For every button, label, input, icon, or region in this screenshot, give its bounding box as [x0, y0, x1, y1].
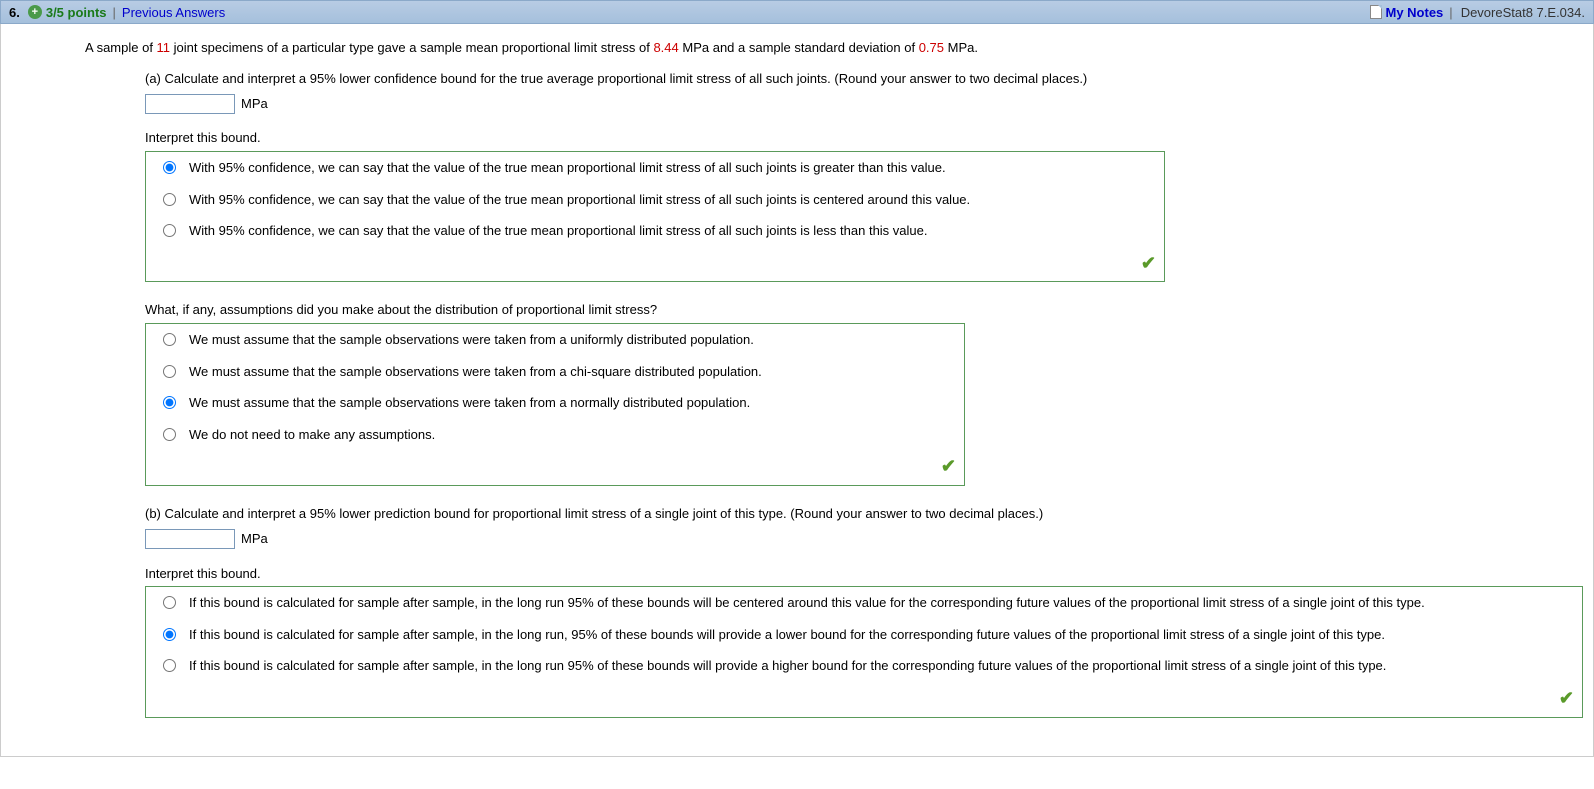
- part-a-prompt: (a) Calculate and interpret a 95% lower …: [145, 69, 1583, 90]
- stem-text: joint specimens of a particular type gav…: [170, 40, 653, 55]
- unit-label: MPa: [241, 94, 268, 115]
- radio-option[interactable]: [163, 596, 176, 609]
- choice-row[interactable]: With 95% confidence, we can say that the…: [146, 215, 1164, 247]
- choice-row[interactable]: We do not need to make any assumptions.: [146, 419, 964, 451]
- question-stem: A sample of 11 joint specimens of a part…: [85, 38, 1583, 59]
- previous-answers-link[interactable]: Previous Answers: [122, 5, 225, 20]
- choice-text: If this bound is calculated for sample a…: [189, 593, 1570, 613]
- choice-row[interactable]: We must assume that the sample observati…: [146, 356, 964, 388]
- stem-text: MPa.: [944, 40, 978, 55]
- radio-option[interactable]: [163, 333, 176, 346]
- interpret-label: Interpret this bound.: [145, 128, 1583, 149]
- sample-sd: 0.75: [919, 40, 944, 55]
- note-icon: [1370, 5, 1382, 19]
- choice-text: We must assume that the sample observati…: [189, 362, 952, 382]
- radio-option[interactable]: [163, 628, 176, 641]
- choice-text: If this bound is calculated for sample a…: [189, 625, 1570, 645]
- sample-mean: 8.44: [653, 40, 678, 55]
- choice-text: With 95% confidence, we can say that the…: [189, 158, 1152, 178]
- points-label: 3/5 points: [46, 5, 107, 20]
- choice-text: We must assume that the sample observati…: [189, 393, 952, 413]
- question-number: 6.: [9, 5, 20, 20]
- interpret-label: Interpret this bound.: [145, 564, 1583, 585]
- checkmark-icon: ✔: [941, 456, 956, 476]
- assumption-label: What, if any, assumptions did you make a…: [145, 300, 1583, 321]
- source-reference: DevoreStat8 7.E.034.: [1461, 5, 1585, 20]
- choice-row[interactable]: We must assume that the sample observati…: [146, 324, 964, 356]
- part-b-prompt: (b) Calculate and interpret a 95% lower …: [145, 504, 1583, 525]
- choice-text: With 95% confidence, we can say that the…: [189, 221, 1152, 241]
- my-notes-link[interactable]: My Notes: [1386, 5, 1444, 20]
- separator: |: [1449, 5, 1452, 20]
- choice-text: With 95% confidence, we can say that the…: [189, 190, 1152, 210]
- choice-text: If this bound is calculated for sample a…: [189, 656, 1570, 676]
- part-a-assumption-box: We must assume that the sample observati…: [145, 323, 965, 486]
- radio-option[interactable]: [163, 365, 176, 378]
- radio-option[interactable]: [163, 161, 176, 174]
- choice-row[interactable]: We must assume that the sample observati…: [146, 387, 964, 419]
- radio-option[interactable]: [163, 224, 176, 237]
- part-a: (a) Calculate and interpret a 95% lower …: [145, 69, 1583, 486]
- choice-row[interactable]: With 95% confidence, we can say that the…: [146, 152, 1164, 184]
- stem-text: MPa and a sample standard deviation of: [679, 40, 919, 55]
- checkmark-icon: ✔: [1141, 253, 1156, 273]
- choice-text: We do not need to make any assumptions.: [189, 425, 952, 445]
- choice-text: We must assume that the sample observati…: [189, 330, 952, 350]
- stem-text: A sample of: [85, 40, 157, 55]
- part-a-interpret-box: With 95% confidence, we can say that the…: [145, 151, 1165, 282]
- separator: |: [113, 5, 116, 20]
- part-a-answer-input[interactable]: [145, 94, 235, 114]
- checkmark-icon: ✔: [1559, 688, 1574, 708]
- unit-label: MPa: [241, 529, 268, 550]
- sample-size: 11: [157, 40, 171, 55]
- radio-option[interactable]: [163, 193, 176, 206]
- question-content: A sample of 11 joint specimens of a part…: [0, 24, 1594, 757]
- part-b-answer-input[interactable]: [145, 529, 235, 549]
- part-b-interpret-box: If this bound is calculated for sample a…: [145, 586, 1583, 717]
- question-header: 6. + 3/5 points | Previous Answers My No…: [0, 0, 1594, 24]
- choice-row[interactable]: With 95% confidence, we can say that the…: [146, 184, 1164, 216]
- radio-option[interactable]: [163, 428, 176, 441]
- radio-option[interactable]: [163, 659, 176, 672]
- plus-icon: +: [28, 5, 42, 19]
- part-b: (b) Calculate and interpret a 95% lower …: [145, 504, 1583, 718]
- radio-option[interactable]: [163, 396, 176, 409]
- choice-row[interactable]: If this bound is calculated for sample a…: [146, 650, 1582, 682]
- choice-row[interactable]: If this bound is calculated for sample a…: [146, 619, 1582, 651]
- choice-row[interactable]: If this bound is calculated for sample a…: [146, 587, 1582, 619]
